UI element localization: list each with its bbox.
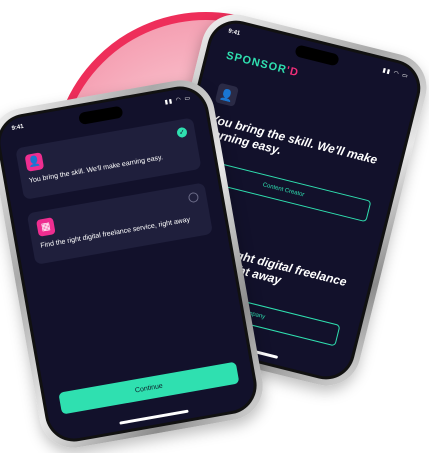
home-indicator — [119, 409, 189, 425]
dynamic-island — [78, 105, 124, 126]
option-card-text: You bring the skill. We'll make earning … — [28, 154, 164, 185]
dynamic-island — [294, 44, 340, 67]
option-card-company[interactable]: ▦ Find the right digital freelance servi… — [26, 182, 214, 265]
brand-logo-suffix: 'D — [285, 64, 301, 80]
front-phone-screen: 9:41 ▮▮ ◠ ▭ 👤 ✓ You bring the skill. We'… — [0, 85, 258, 443]
brand-logo: SPONSOR'D — [225, 50, 300, 80]
status-icons: ▮▮ ◠ ▭ — [381, 67, 410, 81]
status-time: 9:41 — [227, 28, 241, 38]
building-icon: ▦ — [36, 217, 56, 237]
status-time: 9:41 — [11, 123, 25, 132]
status-icons: ▮▮ ◠ ▭ — [164, 95, 192, 106]
option-card-text: Find the right digital freelance service… — [39, 216, 191, 250]
person-icon: 👤 — [214, 82, 239, 107]
radio-unchecked-icon[interactable] — [187, 191, 200, 204]
continue-button[interactable]: Continue — [58, 361, 240, 415]
brand-logo-prefix: SPONSOR — [224, 49, 288, 77]
person-icon: 👤 — [24, 152, 45, 172]
checkmark-icon[interactable]: ✓ — [176, 126, 188, 139]
